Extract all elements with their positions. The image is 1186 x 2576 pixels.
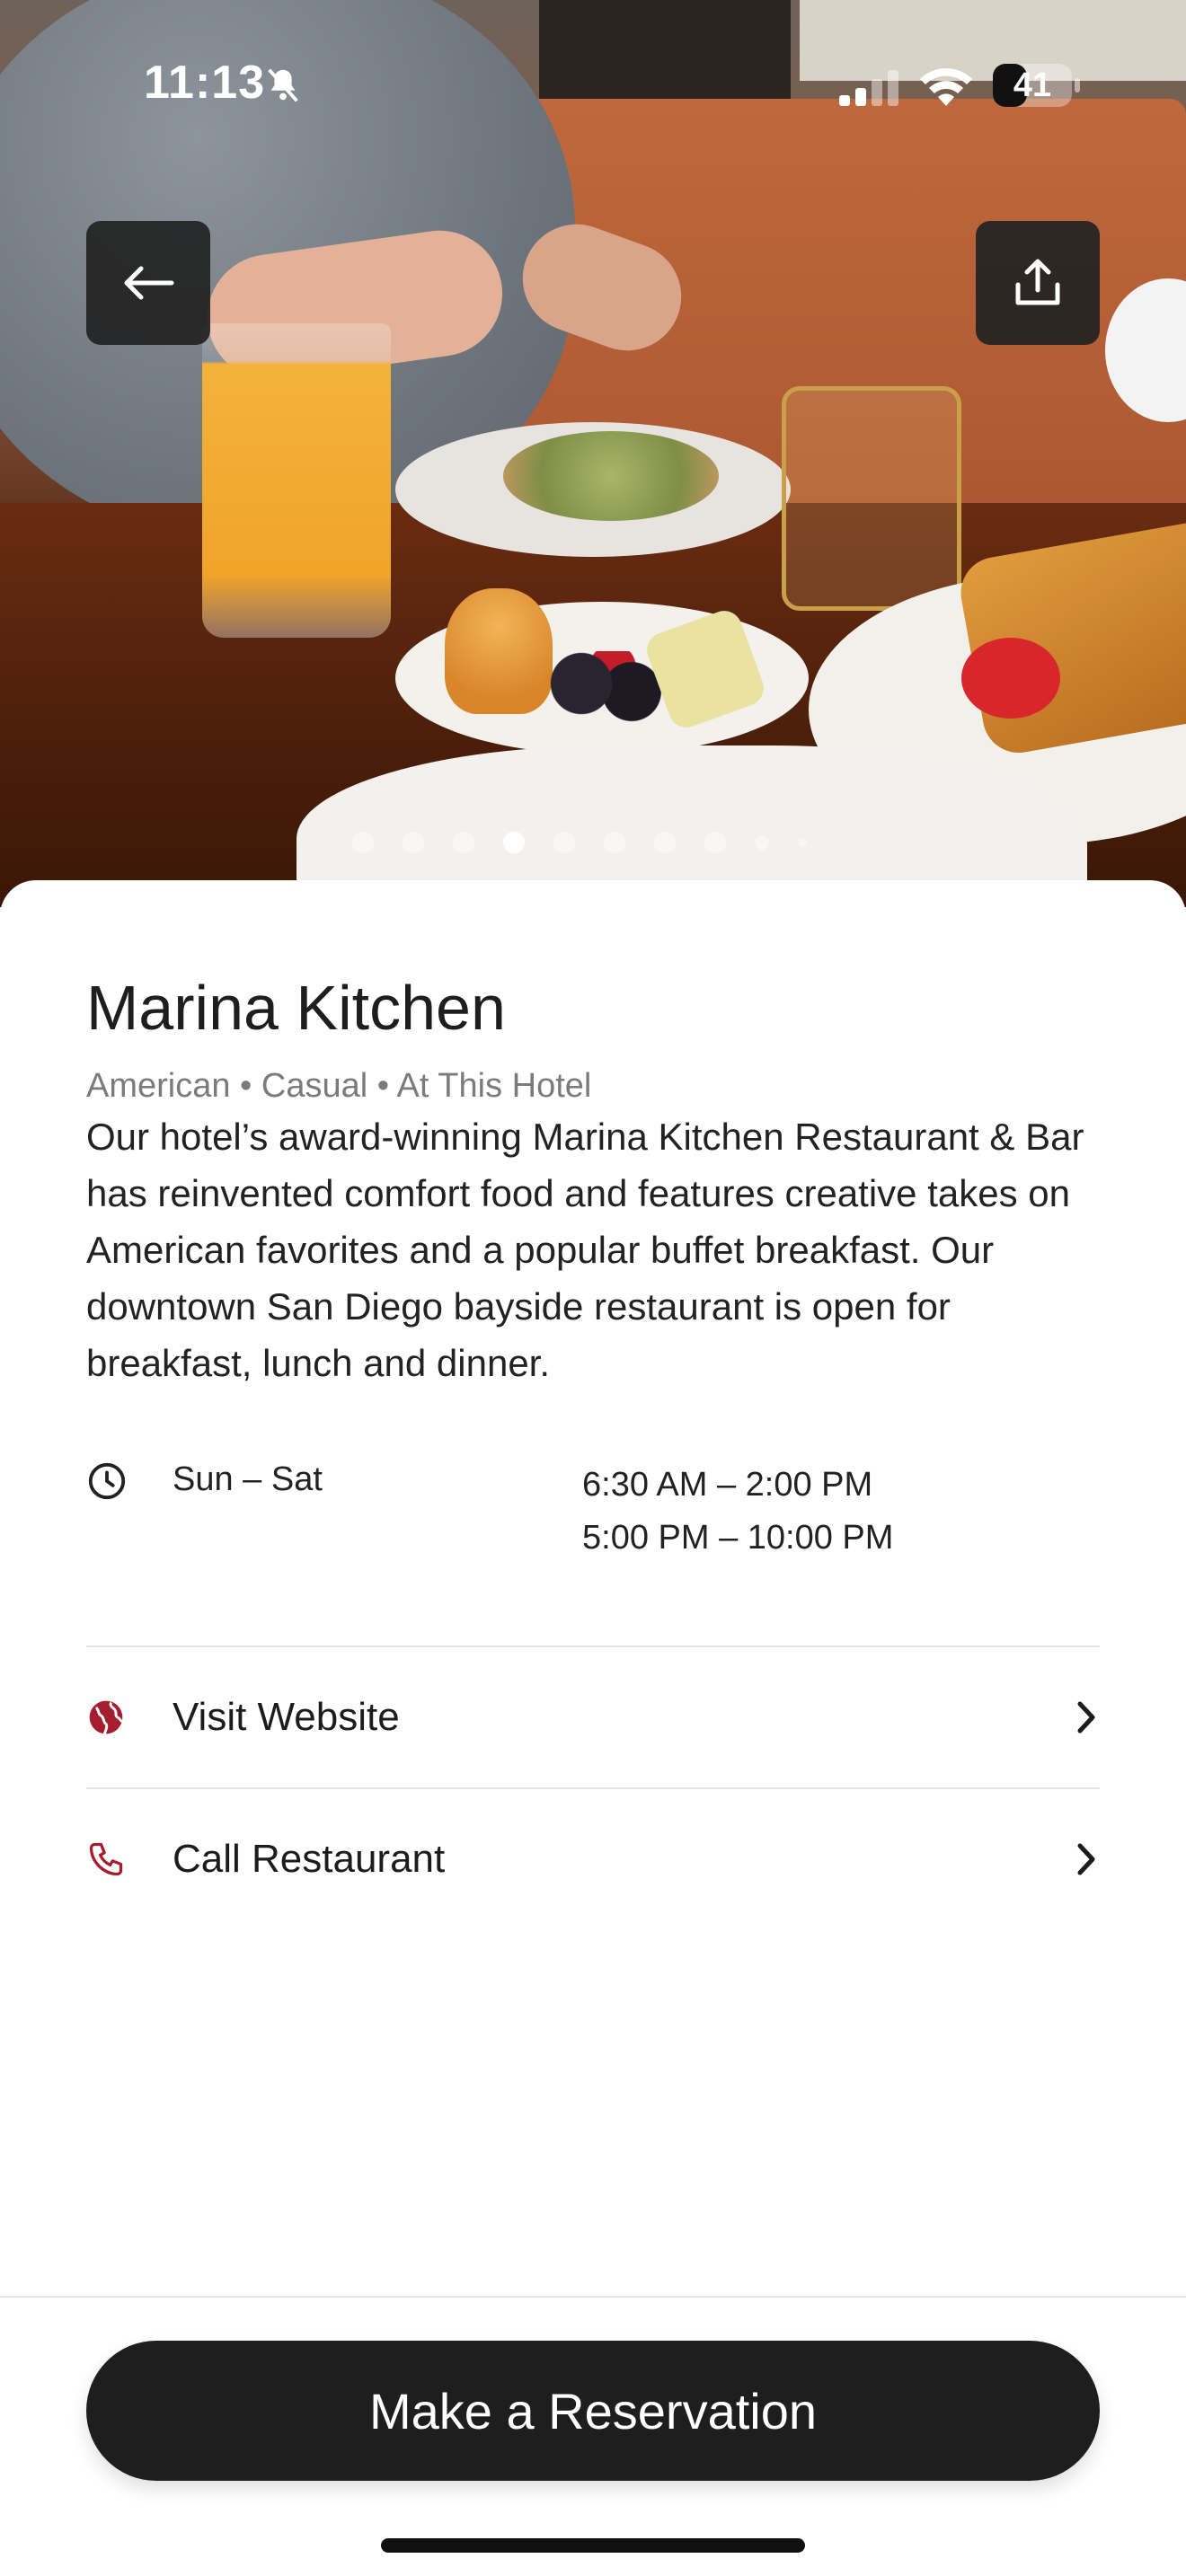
back-button[interactable] xyxy=(86,221,210,345)
visit-website-row[interactable]: Visit Website xyxy=(86,1647,1100,1787)
carousel-dot-active[interactable] xyxy=(503,832,525,853)
carousel-dot[interactable] xyxy=(654,832,676,853)
carousel-dot[interactable] xyxy=(453,832,474,853)
restaurant-description: Our hotel’s award-winning Marina Kitchen… xyxy=(86,1116,1084,1384)
carousel-dot[interactable] xyxy=(755,835,769,850)
share-icon xyxy=(1015,259,1060,305)
globe-icon xyxy=(89,1700,124,1734)
chevron-right-icon xyxy=(1077,1843,1095,1875)
battery-level: 41 xyxy=(1013,66,1052,104)
status-time: 11:13 xyxy=(144,57,266,109)
carousel-dot[interactable] xyxy=(798,838,807,847)
phone-icon xyxy=(89,1842,123,1876)
hero-image[interactable]: 11:13 41 xyxy=(0,0,1186,907)
clock-icon xyxy=(88,1462,126,1500)
home-indicator[interactable] xyxy=(381,2538,805,2553)
carousel-indicator[interactable] xyxy=(352,832,807,853)
footer-divider xyxy=(0,2296,1186,2298)
avocado-toast xyxy=(503,431,719,521)
call-restaurant-row[interactable]: Call Restaurant xyxy=(86,1789,1100,1929)
restaurant-name: Marina Kitchen xyxy=(86,973,506,1043)
arrow-left-icon xyxy=(124,266,174,300)
make-reservation-button[interactable]: Make a Reservation xyxy=(86,2341,1100,2481)
carousel-dot[interactable] xyxy=(604,832,625,853)
carousel-dot[interactable] xyxy=(352,832,374,853)
bell-slash-icon xyxy=(268,68,298,102)
share-button[interactable] xyxy=(976,221,1100,345)
restaurant-tags: American • Casual • At This Hotel xyxy=(86,1067,592,1105)
carousel-dot[interactable] xyxy=(704,832,726,853)
cellular-signal-icon xyxy=(839,70,898,106)
carousel-dot[interactable] xyxy=(403,832,424,853)
carousel-dot[interactable] xyxy=(553,832,575,853)
hours-row: Sun – Sat 6:30 AM – 2:00 PM 5:00 PM – 10… xyxy=(86,1457,1102,1574)
wifi-icon xyxy=(920,67,972,106)
chevron-right-icon xyxy=(1077,1701,1095,1734)
visit-website-label: Visit Website xyxy=(173,1695,400,1739)
candle-lantern xyxy=(782,386,961,611)
hours-days: Sun – Sat xyxy=(173,1460,323,1498)
hours-times: 6:30 AM – 2:00 PM 5:00 PM – 10:00 PM xyxy=(582,1460,893,1566)
orange-juice-glass xyxy=(202,323,391,638)
hours-time-dinner: 5:00 PM – 10:00 PM xyxy=(582,1519,894,1557)
strawberry xyxy=(961,638,1060,719)
call-restaurant-label: Call Restaurant xyxy=(173,1837,446,1881)
muffin xyxy=(445,588,553,714)
hours-time-breakfast-lunch: 6:30 AM – 2:00 PM xyxy=(582,1466,873,1504)
